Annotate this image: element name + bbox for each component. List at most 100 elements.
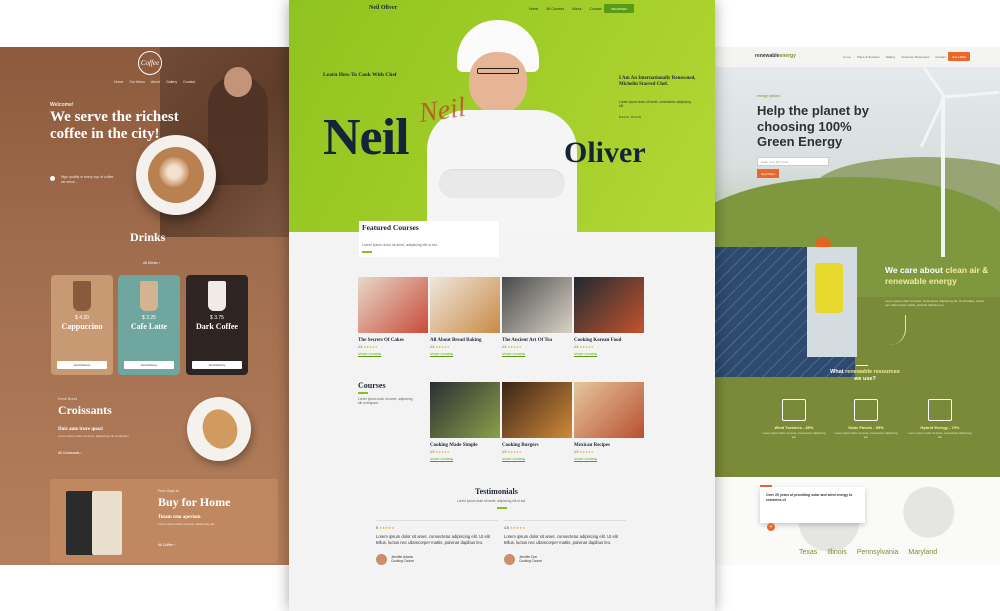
drink-price: $ 4.20 (75, 315, 89, 321)
drink-name: Dark Coffee (196, 322, 238, 331)
chef-last-name: Oliver (564, 136, 646, 169)
all-coffee-link[interactable]: All Coffee › (158, 543, 175, 547)
start-course-link[interactable]: START COURSE (430, 352, 500, 356)
energy-logo[interactable]: renewableenergy (755, 53, 796, 59)
course-card-burgers[interactable]: Cooking Burgers 4.5 ★★★★★ START COURSE (502, 382, 572, 461)
years-box: Over 20 years of providing solar and win… (760, 487, 865, 523)
star-rating-icon: ★★★★★ (507, 345, 522, 349)
start-course-link[interactable]: START COURSE (502, 457, 572, 461)
title-underline (497, 507, 507, 509)
rating-value: 5 (376, 526, 378, 530)
factory-icon (928, 399, 952, 421)
person-role: Cooking Course (519, 559, 542, 564)
resource-text: Lorem ipsum dolor sit amet, consectetur … (762, 431, 826, 439)
chef-signature: Neil (417, 91, 468, 130)
chef-face-shape (469, 52, 527, 114)
course-title: All About Bread Baking (430, 338, 482, 343)
rating-value: 4.5 (502, 450, 507, 454)
state-maryland[interactable]: Maryland (908, 549, 937, 556)
coffee-nav-about[interactable]: About (151, 80, 160, 84)
course-rating: 4.5 ★★★★★ (574, 450, 644, 454)
star-rating-icon: ★★★★★ (435, 345, 450, 349)
what-pre: What (830, 369, 844, 375)
cappuccino-glass-image (73, 281, 91, 311)
learn-tagline: Learn How To Cook With Chef (323, 72, 397, 78)
star-rating-icon: ★★★★★ (579, 345, 594, 349)
drink-card-cappuccino[interactable]: $ 4.20 Cappuccino Get Delivery (51, 275, 113, 375)
croissant-subtitle: Duis aute irure quasi (58, 427, 103, 432)
register-button[interactable]: REGISTER (604, 4, 634, 13)
energy-nav-contact[interactable]: Contact (935, 55, 945, 59)
mexican-food-image (574, 382, 644, 438)
course-title: The Secrets Of Cakes (358, 338, 404, 343)
title-underline (358, 392, 368, 394)
testimonial-quote: Lorem ipsum dolor sit amet, consectetur … (504, 534, 618, 545)
energy-nav-plans[interactable]: Plans & Services (857, 55, 880, 59)
resource-text: Lorem ipsum dolor sit amet, consectetur … (908, 431, 972, 439)
course-card-bread[interactable]: All About Bread Baking 4.5 ★★★★★ START C… (430, 277, 500, 356)
title-underline (362, 251, 372, 253)
coffee-nav-contact[interactable]: Contact (183, 80, 195, 84)
all-croissants-link[interactable]: All Croissants › (58, 451, 82, 455)
energy-nav-resources[interactable]: Customer Resources (901, 55, 929, 59)
care-paragraph: Lorem ipsum dolor sit amet, consectetur … (885, 299, 984, 308)
what-bold: renewable resources (845, 369, 900, 375)
drink-price: $ 3.75 (210, 315, 224, 321)
course-card-mexican[interactable]: Mexican Recipes 4.5 ★★★★★ START COURSE (574, 382, 644, 461)
course-card-tea[interactable]: The Ancient Art Of Tea 4.5 ★★★★★ START C… (502, 277, 572, 356)
energy-nav-home[interactable]: Home (843, 55, 851, 59)
chef-nav-home[interactable]: Home (529, 7, 538, 11)
see-plans-button[interactable]: See Plans (757, 169, 779, 178)
energy-nav-gallery[interactable]: Gallery (886, 55, 896, 59)
drink-card-latte[interactable]: $ 3.25 Cafe Latte Get Delivery (118, 275, 180, 375)
zip-code-input[interactable]: Enter your ZIP Code (757, 157, 829, 166)
chef-site-name[interactable]: Neil Oliver (369, 5, 397, 11)
course-title: Cooking Made Simple (430, 443, 478, 448)
croissant-kicker: Fresh Bread (58, 397, 78, 401)
croissant-plate-image (187, 397, 251, 461)
course-card-simple[interactable]: Cooking Made Simple 4.5 ★★★★★ START COUR… (430, 382, 500, 461)
start-course-link[interactable]: START COURSE (502, 352, 572, 356)
drinks-title: Drinks (130, 230, 166, 244)
coffee-bullet: High quality in every cup of coffee we s… (50, 175, 116, 184)
headline-text: Help the planet by choosing (757, 103, 869, 134)
get-plan-button[interactable]: Get a Plan (948, 52, 970, 61)
chef-nav-contact[interactable]: Contact (589, 7, 601, 11)
drink-card-dark-coffee[interactable]: $ 3.75 Dark Coffee Get Delivery (186, 275, 248, 375)
chef-nav-about[interactable]: About (572, 7, 581, 11)
energy-nav: Home Plans & Services Gallery Customer R… (843, 55, 946, 59)
person-info: Jennifer Doe Cooking Course (519, 555, 542, 563)
state-illinois[interactable]: Illinois (827, 549, 846, 556)
all-drinks-link[interactable]: All Drinks › (143, 261, 160, 265)
course-card-korean[interactable]: Cooking Korean Food 4.5 ★★★★★ START COUR… (574, 277, 644, 356)
get-delivery-button[interactable]: Get Delivery (192, 361, 242, 369)
avatar (504, 553, 515, 565)
plus-icon[interactable]: + (767, 523, 775, 531)
coffee-logo[interactable]: Coffee (138, 51, 162, 75)
start-course-link[interactable]: START COURSE (574, 352, 644, 356)
resource-wind: Wind Turbines - 85% Lorem ipsum dolor si… (761, 399, 827, 440)
korean-food-image (574, 277, 644, 333)
coffee-nav: Home Our Menu About Gallery Contact (114, 80, 195, 84)
coffee-nav-gallery[interactable]: Gallery (166, 80, 177, 84)
coffee-nav-menu[interactable]: Our Menu (129, 80, 145, 84)
get-delivery-button[interactable]: Get Delivery (57, 361, 107, 369)
testimonial-rating: 5 ★★★★★ (376, 526, 498, 530)
featured-courses-text: Lorem ipsum dolor sit amet, adipiscing e… (362, 243, 438, 247)
start-course-link[interactable]: START COURSE (574, 457, 644, 461)
coffee-nav-home[interactable]: Home (114, 80, 123, 84)
get-delivery-button[interactable]: Get Delivery (124, 361, 174, 369)
rating-value: 4.5 (358, 345, 363, 349)
state-pennsylvania[interactable]: Pennsylvania (857, 549, 899, 556)
state-texas[interactable]: Texas (799, 549, 817, 556)
section-divider (856, 365, 868, 366)
chef-nav-courses[interactable]: All Courses (546, 7, 564, 11)
start-course-link[interactable]: START COURSE (430, 457, 500, 461)
course-card-cakes[interactable]: The Secrets Of Cakes 4.5 ★★★★★ START COU… (358, 277, 428, 356)
wind-turbine-icon (782, 399, 806, 421)
resources-title: What renewable resources we use? (805, 369, 925, 383)
read-more-link[interactable]: READ MORE (619, 115, 642, 119)
home-title: Buy for Home (158, 495, 231, 509)
coffee-bullet-text: High quality in every cup of coffee we s… (61, 175, 114, 184)
start-course-link[interactable]: START COURSE (358, 352, 428, 356)
